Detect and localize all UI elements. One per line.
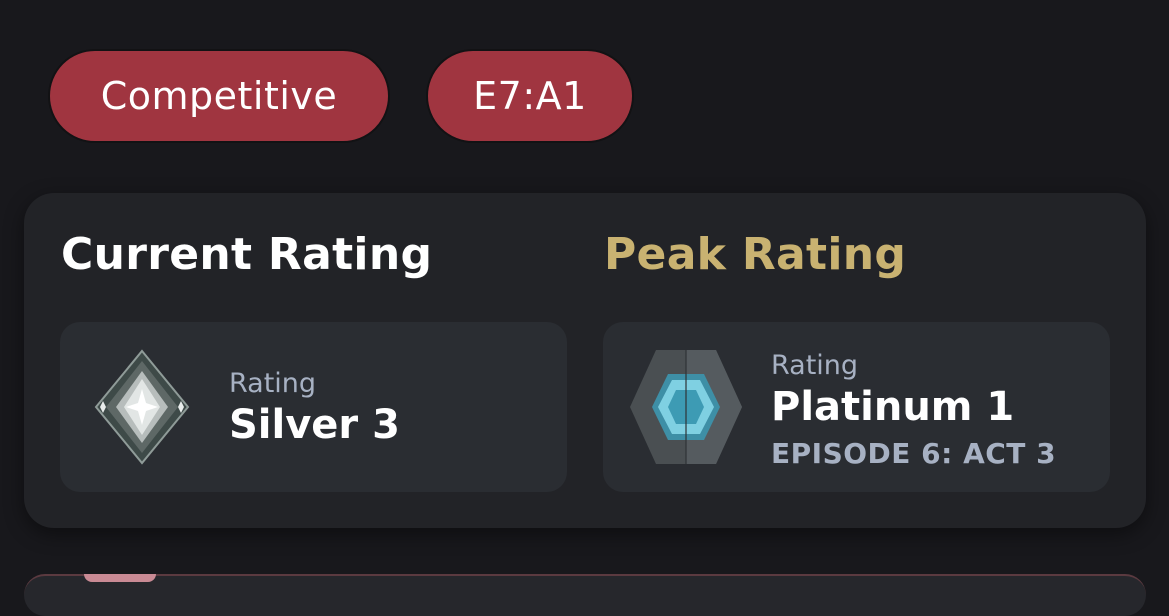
- current-rating-label: Rating: [229, 368, 317, 399]
- act-filter-label: E7:A1: [473, 74, 587, 118]
- mode-filter-button[interactable]: Competitive: [48, 49, 390, 143]
- current-rating-value: Silver 3: [229, 402, 400, 448]
- current-rating-card: Rating Silver 3: [60, 322, 567, 492]
- mode-filter-label: Competitive: [100, 74, 338, 118]
- rating-panel: Current Rating Peak Rating Rating Silver…: [24, 193, 1146, 528]
- current-rating-title: Current Rating: [61, 229, 433, 280]
- platinum-rank-icon: [630, 350, 742, 464]
- peak-rating-episode: EPISODE 6: ACT 3: [771, 437, 1057, 470]
- next-section-tab-indicator: [84, 574, 156, 582]
- silver-rank-icon: [94, 349, 190, 465]
- peak-rating-title: Peak Rating: [604, 229, 907, 280]
- next-section-card: [24, 574, 1146, 616]
- act-filter-button[interactable]: E7:A1: [426, 49, 634, 143]
- peak-rating-label: Rating: [771, 350, 859, 381]
- peak-rating-card: Rating Platinum 1 EPISODE 6: ACT 3: [603, 322, 1110, 492]
- peak-rating-value: Platinum 1: [771, 384, 1015, 430]
